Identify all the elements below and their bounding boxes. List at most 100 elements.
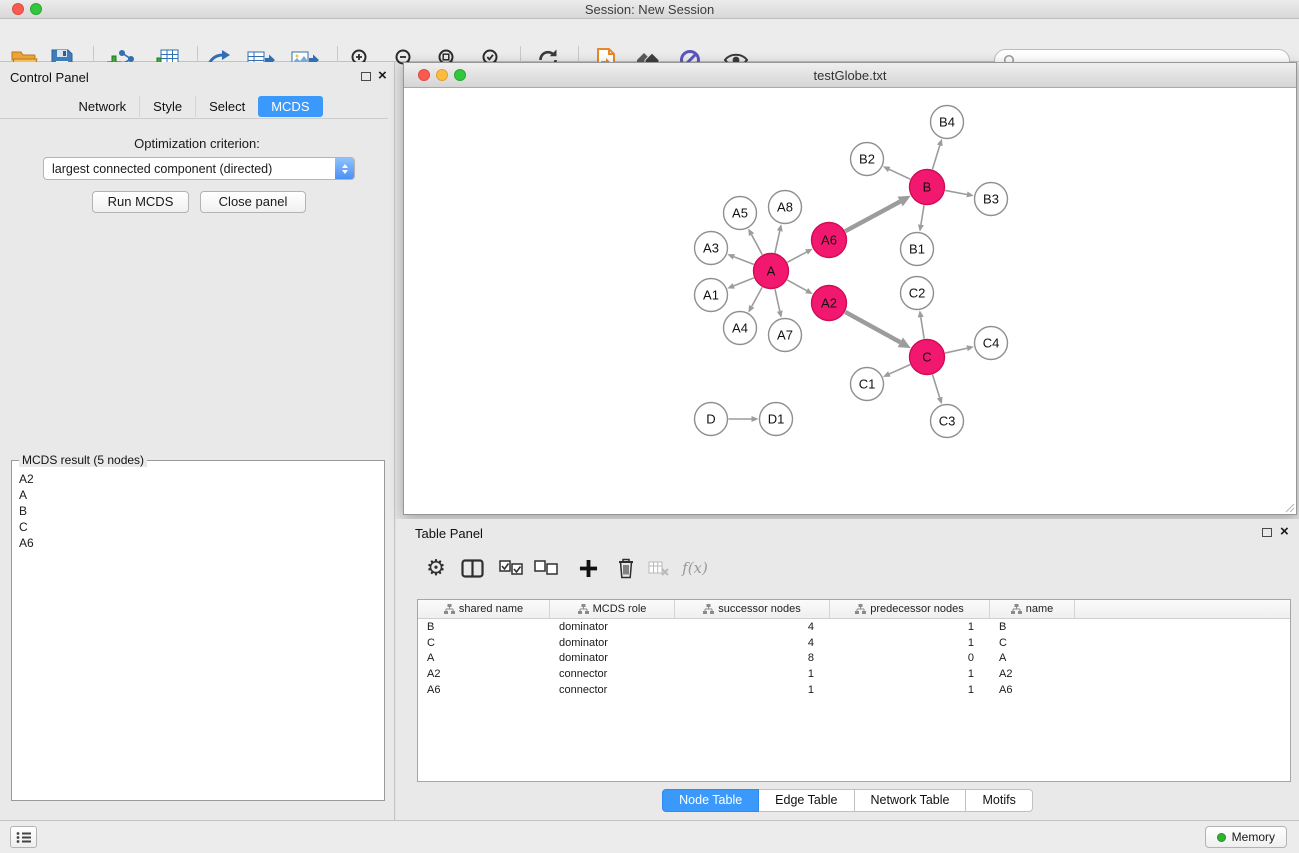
close-panel-icon[interactable]: × — [378, 67, 387, 84]
mcds-result-item[interactable]: A6 — [16, 535, 380, 551]
function-icon: f(x) — [682, 559, 708, 577]
graph-node-A8[interactable]: A8 — [769, 191, 802, 224]
graph-node-A5[interactable]: A5 — [724, 197, 757, 230]
memory-button[interactable]: Memory — [1205, 826, 1287, 848]
table-panel-title: Table Panel — [415, 526, 483, 541]
table-cell: A6 — [990, 682, 1075, 698]
deselect-all-rows-button[interactable] — [531, 553, 561, 583]
table-tab-motifs[interactable]: Motifs — [966, 789, 1032, 812]
trash-icon — [616, 557, 636, 579]
create-column-button[interactable] — [573, 553, 603, 583]
close-table-panel-icon[interactable]: × — [1280, 523, 1289, 540]
graph-edge-C-C3[interactable] — [933, 375, 940, 398]
table-tab-network-table[interactable]: Network Table — [855, 789, 967, 812]
select-all-rows-button[interactable] — [496, 553, 526, 583]
graph-edge-C-C1[interactable] — [889, 365, 910, 374]
mcds-result-list[interactable]: A2ABCA6 — [16, 471, 380, 551]
graph-edge-B-B2[interactable] — [889, 169, 910, 179]
graph-edge-A-A3[interactable] — [734, 257, 754, 265]
table-row-A2[interactable]: A2connector11A2 — [418, 666, 1290, 682]
graph-node-C1[interactable]: C1 — [851, 368, 884, 401]
close-panel-button[interactable]: Close panel — [200, 191, 306, 213]
graph-edge-A6-B[interactable] — [845, 202, 900, 232]
column-header-name[interactable]: name — [990, 600, 1075, 618]
graph-node-C3[interactable]: C3 — [931, 405, 964, 438]
float-table-panel-icon[interactable] — [1262, 528, 1272, 537]
task-history-button[interactable] — [10, 826, 37, 848]
graph-node-B[interactable]: B — [910, 170, 945, 205]
control-tab-mcds[interactable]: MCDS — [258, 96, 322, 117]
graph-node-A4[interactable]: A4 — [724, 312, 757, 345]
table-tab-node-table[interactable]: Node Table — [662, 789, 759, 812]
table-row-B[interactable]: Bdominator41B — [418, 619, 1290, 635]
control-tab-select[interactable]: Select — [195, 96, 258, 117]
table-tab-edge-table[interactable]: Edge Table — [759, 789, 854, 812]
graph-node-B2[interactable]: B2 — [851, 143, 884, 176]
svg-text:B1: B1 — [909, 242, 925, 257]
run-mcds-button[interactable]: Run MCDS — [92, 191, 189, 213]
network-graph[interactable]: B4 B2 B B3 A8 A5 A6 A3 B1 A C2 A1 A2 A4 A7 C4 C C1 C3 D D1 — [404, 88, 1296, 514]
table-cell: A — [418, 650, 550, 666]
column-header-mcds-role[interactable]: MCDS role — [550, 600, 675, 618]
graph-node-C[interactable]: C — [910, 340, 945, 375]
table-cell: B — [990, 619, 1075, 635]
graph-node-D[interactable]: D — [695, 403, 728, 436]
graph-node-A2[interactable]: A2 — [812, 286, 847, 321]
network-view-window: testGlobe.txt B4 B2 B B3 A8 A5 A6 A3 B1 A C2 A1 A2 A4… — [403, 62, 1297, 515]
gear-icon: ⚙ — [426, 555, 446, 581]
graph-edge-A-A4[interactable] — [752, 287, 762, 306]
network-canvas[interactable]: B4 B2 B B3 A8 A5 A6 A3 B1 A C2 A1 A2 A4 A7 C4 C C1 C3 D D1 — [404, 88, 1296, 514]
graph-edge-C-C2[interactable] — [921, 317, 924, 339]
resize-grip-icon[interactable] — [1283, 501, 1295, 513]
graph-edge-B-B4[interactable] — [932, 145, 939, 169]
mcds-result-item[interactable]: A2 — [16, 471, 380, 487]
graph-edge-A-A8[interactable] — [775, 231, 780, 253]
graph-edge-A-A1[interactable] — [734, 278, 754, 286]
equation-builder-button[interactable]: f(x) — [676, 553, 714, 583]
graph-edge-B-B1[interactable] — [921, 205, 924, 225]
graph-node-C2[interactable]: C2 — [901, 277, 934, 310]
network-window-titlebar[interactable]: testGlobe.txt — [404, 63, 1296, 88]
delete-table-button[interactable] — [644, 553, 674, 583]
graph-node-C4[interactable]: C4 — [975, 327, 1008, 360]
control-tab-network[interactable]: Network — [65, 96, 139, 117]
table-row-C[interactable]: Cdominator41C — [418, 635, 1290, 651]
table-cell: connector — [550, 682, 675, 698]
graph-edge-A-A6[interactable] — [787, 252, 806, 262]
graph-edge-A-A2[interactable] — [787, 280, 806, 291]
float-panel-icon[interactable] — [361, 72, 371, 81]
criterion-dropdown[interactable]: largest connected component (directed) — [43, 157, 355, 180]
toggle-columns-button[interactable] — [457, 553, 487, 583]
mcds-result-item[interactable]: B — [16, 503, 380, 519]
column-header-successor-nodes[interactable]: successor nodes — [675, 600, 830, 618]
graph-node-B3[interactable]: B3 — [975, 183, 1008, 216]
mcds-result-item[interactable]: C — [16, 519, 380, 535]
column-header-predecessor-nodes[interactable]: predecessor nodes — [830, 600, 990, 618]
graph-node-A1[interactable]: A1 — [695, 279, 728, 312]
graph-edge-A-A5[interactable] — [752, 235, 763, 255]
column-settings-button[interactable]: ⚙ — [421, 553, 451, 583]
control-tab-style[interactable]: Style — [139, 96, 195, 117]
graph-edge-C-C4[interactable] — [945, 348, 967, 353]
column-header-label: predecessor nodes — [870, 603, 964, 615]
svg-text:A4: A4 — [732, 321, 748, 336]
graph-node-B4[interactable]: B4 — [931, 106, 964, 139]
graph-edge-A2-C[interactable] — [845, 312, 900, 342]
column-header-shared-name[interactable]: shared name — [418, 600, 550, 618]
graph-node-A3[interactable]: A3 — [695, 232, 728, 265]
delete-columns-button[interactable] — [611, 553, 641, 583]
table-row-A[interactable]: Adominator80A — [418, 650, 1290, 666]
graph-node-D1[interactable]: D1 — [760, 403, 793, 436]
column-header-label: shared name — [459, 603, 523, 615]
graph-node-A[interactable]: A — [754, 254, 789, 289]
graph-node-B1[interactable]: B1 — [901, 233, 934, 266]
graph-node-A7[interactable]: A7 — [769, 319, 802, 352]
table-row-A6[interactable]: A6connector11A6 — [418, 682, 1290, 698]
graph-edge-A-A7[interactable] — [775, 289, 780, 311]
svg-text:A1: A1 — [703, 288, 719, 303]
graph-node-A6[interactable]: A6 — [812, 223, 847, 258]
svg-text:C4: C4 — [983, 336, 1000, 351]
mcds-result-item[interactable]: A — [16, 487, 380, 503]
control-panel: Control Panel × NetworkStyleSelectMCDS O… — [0, 62, 395, 820]
graph-edge-B-B3[interactable] — [945, 190, 967, 194]
